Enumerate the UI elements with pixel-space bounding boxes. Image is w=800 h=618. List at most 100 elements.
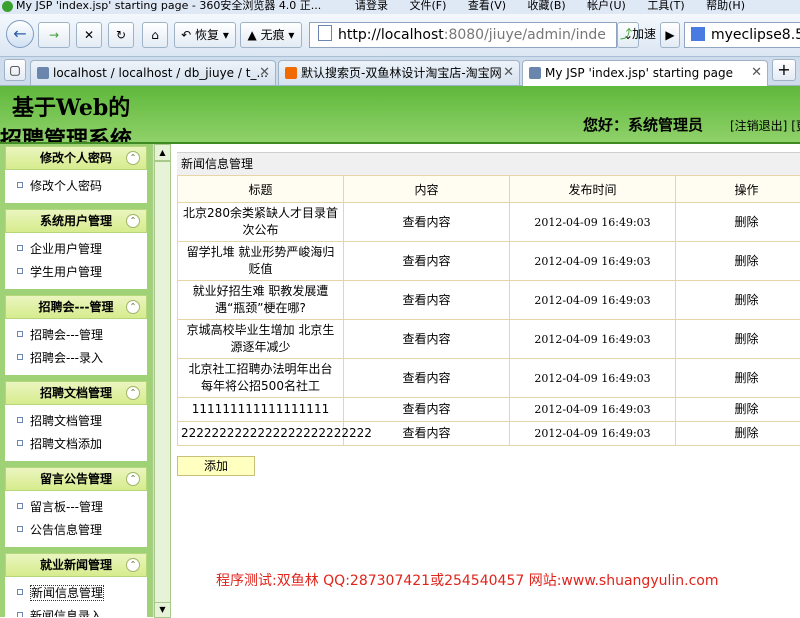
delete-link[interactable]: 删除 bbox=[676, 320, 800, 359]
sidebar-toggle-button[interactable]: ▢ bbox=[4, 59, 26, 81]
search-input[interactable]: myeclipse8.5 bbox=[684, 22, 800, 48]
browser-logo-icon bbox=[2, 1, 13, 12]
tab-taobao[interactable]: 默认搜索页-双鱼林设计淘宝店-淘宝网 ✕ bbox=[278, 60, 520, 85]
view-content-link[interactable]: 查看内容 bbox=[344, 281, 510, 320]
sidebar-group-header[interactable]: 留言公告管理⌃ bbox=[5, 467, 147, 491]
menu-account[interactable]: 帐户(U) bbox=[587, 0, 626, 12]
close-icon: ✕ bbox=[84, 28, 94, 42]
chevron-up-icon[interactable]: ⌃ bbox=[126, 151, 140, 165]
delete-link[interactable]: 删除 bbox=[676, 398, 800, 422]
sidebar-item-label: 公告信息管理 bbox=[30, 523, 102, 537]
incognito-label: 无痕 bbox=[261, 28, 285, 42]
delete-link[interactable]: 删除 bbox=[676, 281, 800, 320]
sidebar-group-header[interactable]: 招聘会---管理⌃ bbox=[5, 295, 147, 319]
view-content-link[interactable]: 查看内容 bbox=[344, 320, 510, 359]
publish-time-cell: 2012-04-09 16:49:03 bbox=[510, 398, 676, 422]
page-icon bbox=[318, 25, 332, 41]
chevron-up-icon[interactable]: ⌃ bbox=[126, 472, 140, 486]
menu-help[interactable]: 帮助(H) bbox=[706, 0, 745, 12]
sidebar-group-header[interactable]: 就业新闻管理⌃ bbox=[5, 553, 147, 577]
sidebar-item-news-add[interactable]: 新闻信息录入 bbox=[5, 605, 147, 617]
arrow-left-icon: ← bbox=[13, 24, 26, 43]
new-tab-button[interactable]: + bbox=[772, 59, 796, 81]
menu-login[interactable]: 请登录 bbox=[355, 0, 388, 12]
greeting-text: 您好：系统管理员 bbox=[583, 114, 703, 135]
taobao-icon bbox=[285, 67, 297, 79]
bullet-icon bbox=[17, 354, 23, 360]
sidebar-item-company-users[interactable]: 企业用户管理 bbox=[5, 238, 147, 261]
bullet-icon bbox=[17, 417, 23, 423]
search-value: myeclipse8.5 bbox=[711, 27, 800, 43]
delete-link[interactable]: 删除 bbox=[676, 422, 800, 446]
view-content-link[interactable]: 查看内容 bbox=[344, 242, 510, 281]
address-bar[interactable]: http://localhost:8080/jiuye/admin/inde bbox=[309, 22, 617, 48]
close-icon[interactable]: ✕ bbox=[503, 61, 514, 85]
bullet-icon bbox=[17, 268, 23, 274]
chevron-up-icon[interactable]: ⌃ bbox=[126, 214, 140, 228]
menu-favorites[interactable]: 收藏(B) bbox=[528, 0, 566, 12]
close-icon[interactable]: ✕ bbox=[259, 61, 270, 85]
incognito-button[interactable]: ▲ 无痕 ▾ bbox=[240, 22, 302, 48]
chevron-up-icon[interactable]: ⌃ bbox=[126, 558, 140, 572]
bullet-icon bbox=[17, 526, 23, 532]
delete-link[interactable]: 删除 bbox=[676, 203, 800, 242]
sidebar-item-student-users[interactable]: 学生用户管理 bbox=[5, 261, 147, 284]
restore-button[interactable]: ↶ 恢复 ▾ bbox=[174, 22, 236, 48]
chevron-up-icon[interactable]: ⌃ bbox=[126, 300, 140, 314]
sidebar-group-documents: 招聘文档管理⌃ 招聘文档管理 招聘文档添加 bbox=[5, 381, 147, 461]
page-icon bbox=[529, 67, 541, 79]
sidebar-group-title: 修改个人密码 bbox=[40, 151, 112, 165]
system-title-line1: 基于Web的 bbox=[12, 90, 130, 122]
chevron-up-icon[interactable]: ⌃ bbox=[126, 386, 140, 400]
arrow-right-icon: → bbox=[49, 28, 59, 42]
more-link[interactable]: [更 bbox=[791, 119, 800, 133]
delete-link[interactable]: 删除 bbox=[676, 359, 800, 398]
sidebar-item-job-fair-add[interactable]: 招聘会---录入 bbox=[5, 347, 147, 370]
sidebar-item-label: 企业用户管理 bbox=[30, 242, 102, 256]
sidebar-item-news-manage[interactable]: 新闻信息管理 bbox=[5, 582, 147, 605]
play-icon: ▶ bbox=[665, 28, 674, 42]
sidebar-group-header[interactable]: 招聘文档管理⌃ bbox=[5, 381, 147, 405]
scroll-thumb[interactable] bbox=[154, 161, 171, 603]
forward-button[interactable]: → bbox=[38, 22, 70, 48]
tab-jsp-index[interactable]: My JSP 'index.jsp' starting page ✕ bbox=[522, 60, 768, 86]
sidebar-item-documents-add[interactable]: 招聘文档添加 bbox=[5, 433, 147, 456]
bullet-icon bbox=[17, 440, 23, 446]
sidebar-group-header[interactable]: 修改个人密码 ⌃ bbox=[5, 146, 147, 170]
view-content-link[interactable]: 查看内容 bbox=[344, 203, 510, 242]
sidebar-item-documents-manage[interactable]: 招聘文档管理 bbox=[5, 410, 147, 433]
sidebar-scrollbar[interactable]: ▲ ▼ bbox=[152, 144, 170, 617]
logout-link[interactable]: [注销退出] bbox=[730, 119, 787, 133]
menu-view[interactable]: 查看(V) bbox=[468, 0, 506, 12]
go-button[interactable]: ▶ bbox=[660, 22, 680, 48]
sidebar-item-message-board[interactable]: 留言板---管理 bbox=[5, 496, 147, 519]
accelerate-button[interactable]: ⤴加速 bbox=[618, 22, 658, 46]
sidebar-item-notices[interactable]: 公告信息管理 bbox=[5, 519, 147, 542]
sidebar-group-header[interactable]: 系统用户管理⌃ bbox=[5, 209, 147, 233]
menu-file[interactable]: 文件(F) bbox=[410, 0, 447, 12]
view-content-link[interactable]: 查看内容 bbox=[344, 398, 510, 422]
google-icon bbox=[691, 27, 705, 41]
lightning-icon: ⤴ bbox=[620, 27, 632, 41]
column-header-title: 标题 bbox=[178, 176, 344, 203]
close-icon[interactable]: ✕ bbox=[751, 61, 762, 85]
stop-button[interactable]: ✕ bbox=[76, 22, 102, 48]
sidebar-item-job-fair-manage[interactable]: 招聘会---管理 bbox=[5, 324, 147, 347]
home-button[interactable]: ⌂ bbox=[142, 22, 168, 48]
view-content-link[interactable]: 查看内容 bbox=[344, 359, 510, 398]
sidebar-item-label: 招聘文档添加 bbox=[30, 437, 102, 451]
refresh-button[interactable]: ↻ bbox=[108, 22, 134, 48]
publish-time-cell: 2012-04-09 16:49:03 bbox=[510, 359, 676, 398]
scroll-up-icon[interactable]: ▲ bbox=[154, 144, 171, 161]
sidebar-item-change-password[interactable]: 修改个人密码 bbox=[5, 175, 147, 198]
scroll-down-icon[interactable]: ▼ bbox=[154, 602, 171, 618]
delete-link[interactable]: 删除 bbox=[676, 242, 800, 281]
back-button[interactable]: ← bbox=[6, 20, 34, 48]
add-news-button[interactable]: 添加 bbox=[177, 456, 255, 476]
table-row: 2222222222222222222222222 查看内容 2012-04-0… bbox=[178, 422, 800, 446]
news-title-cell: 2222222222222222222222222 bbox=[178, 422, 344, 446]
table-row: 京城高校毕业生增加 北京生源逐年减少 查看内容 2012-04-09 16:49… bbox=[178, 320, 800, 359]
tab-phpmyadmin[interactable]: localhost / localhost / db_jiuye / t_...… bbox=[30, 60, 276, 85]
menu-tools[interactable]: 工具(T) bbox=[647, 0, 684, 12]
sidebar-item-label: 新闻信息录入 bbox=[30, 609, 102, 617]
